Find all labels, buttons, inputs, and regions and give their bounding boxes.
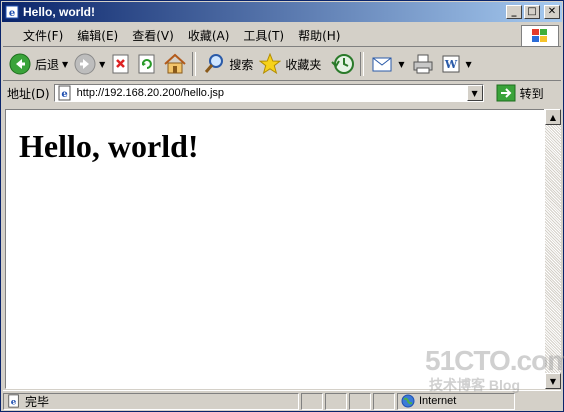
- page-icon: e: [8, 394, 19, 408]
- favorites-label: 收藏夹: [285, 57, 322, 72]
- chevron-down-icon[interactable]: ▼: [62, 60, 68, 69]
- chevron-down-icon[interactable]: ▼: [398, 60, 404, 69]
- address-input[interactable]: e http://192.168.20.200/hello.jsp ▼: [53, 84, 484, 102]
- status-cell: [301, 392, 323, 410]
- globe-icon: [401, 394, 415, 408]
- go-icon: [496, 84, 516, 102]
- status-cell: [325, 392, 347, 410]
- menu-edit[interactable]: 编辑(E): [70, 27, 125, 44]
- vertical-scrollbar[interactable]: ▲ ▼: [544, 109, 561, 389]
- title-bar[interactable]: e Hello, world! _ □ ✕: [2, 2, 562, 22]
- mail-button[interactable]: ▼: [371, 53, 405, 75]
- window-title: Hello, world!: [23, 5, 95, 19]
- edit-button[interactable]: W ▼: [441, 53, 472, 75]
- svg-text:e: e: [61, 89, 67, 100]
- scroll-up-button[interactable]: ▲: [545, 109, 561, 125]
- ie-icon: e: [5, 5, 19, 19]
- menu-tools[interactable]: 工具(T): [236, 27, 291, 44]
- standard-toolbar: 后退 ▼ ▼ 搜索 收藏夹 ▼ W ▼: [3, 48, 561, 81]
- menu-help[interactable]: 帮助(H): [291, 27, 347, 44]
- back-button[interactable]: 后退 ▼: [9, 53, 68, 75]
- address-dropdown-button[interactable]: ▼: [466, 85, 483, 101]
- svg-text:e: e: [11, 398, 17, 408]
- address-label: 地址(D): [7, 86, 50, 101]
- windows-logo-icon: [521, 25, 559, 47]
- menu-favorites[interactable]: 收藏(A): [181, 27, 237, 44]
- menu-view[interactable]: 查看(V): [125, 27, 181, 44]
- close-button[interactable]: ✕: [544, 5, 560, 19]
- browser-window: e Hello, world! _ □ ✕ 文件(F) 编辑(E) 查看(V) …: [0, 0, 564, 412]
- menu-file[interactable]: 文件(F): [3, 27, 70, 44]
- forward-button[interactable]: ▼: [74, 53, 105, 75]
- edit-icon: W: [442, 55, 460, 73]
- security-zone: Internet: [397, 392, 515, 410]
- status-text: 完毕: [25, 394, 50, 409]
- minimize-button[interactable]: _: [506, 5, 522, 19]
- chevron-down-icon[interactable]: ▼: [466, 60, 472, 69]
- page-icon: e: [58, 85, 71, 101]
- page-heading: Hello, world!: [19, 128, 199, 164]
- status-cell: [373, 392, 395, 410]
- refresh-button[interactable]: [137, 53, 157, 75]
- print-icon: [413, 54, 433, 74]
- refresh-icon: [138, 54, 155, 74]
- status-message-panel: e 完毕: [3, 392, 299, 410]
- toolbar-separator: [192, 52, 197, 76]
- forward-icon: [74, 53, 96, 75]
- toolbar-separator: [360, 52, 365, 76]
- search-icon: [205, 54, 224, 73]
- address-url: http://192.168.20.200/hello.jsp: [76, 87, 225, 99]
- go-button[interactable]: 转到: [496, 84, 544, 102]
- search-label: 搜索: [229, 57, 254, 72]
- stop-icon: [112, 54, 129, 74]
- menu-bar: 文件(F) 编辑(E) 查看(V) 收藏(A) 工具(T) 帮助(H): [3, 24, 561, 47]
- history-button[interactable]: [331, 53, 355, 75]
- favorites-icon: [259, 53, 282, 75]
- search-button[interactable]: 搜索: [203, 53, 253, 75]
- back-icon: [9, 53, 31, 75]
- stop-button[interactable]: [111, 53, 131, 75]
- mail-icon: [372, 57, 392, 72]
- home-icon: [164, 53, 186, 74]
- maximize-button[interactable]: □: [524, 5, 540, 19]
- address-bar: 地址(D) e http://192.168.20.200/hello.jsp …: [3, 82, 561, 104]
- status-bar: e 完毕 Internet: [3, 390, 561, 411]
- go-label: 转到: [519, 86, 544, 101]
- back-label: 后退: [35, 57, 60, 72]
- print-button[interactable]: [411, 53, 435, 75]
- svg-text:W: W: [443, 58, 457, 71]
- favorites-button[interactable]: 收藏夹: [259, 53, 321, 75]
- history-icon: [331, 54, 355, 74]
- zone-label: Internet: [419, 395, 457, 407]
- status-cell: [349, 392, 371, 410]
- page-content: Hello, world!: [5, 109, 545, 389]
- home-button[interactable]: [163, 53, 187, 75]
- svg-text:e: e: [9, 8, 15, 19]
- chevron-down-icon[interactable]: ▼: [99, 60, 105, 69]
- scroll-down-button[interactable]: ▼: [545, 373, 561, 389]
